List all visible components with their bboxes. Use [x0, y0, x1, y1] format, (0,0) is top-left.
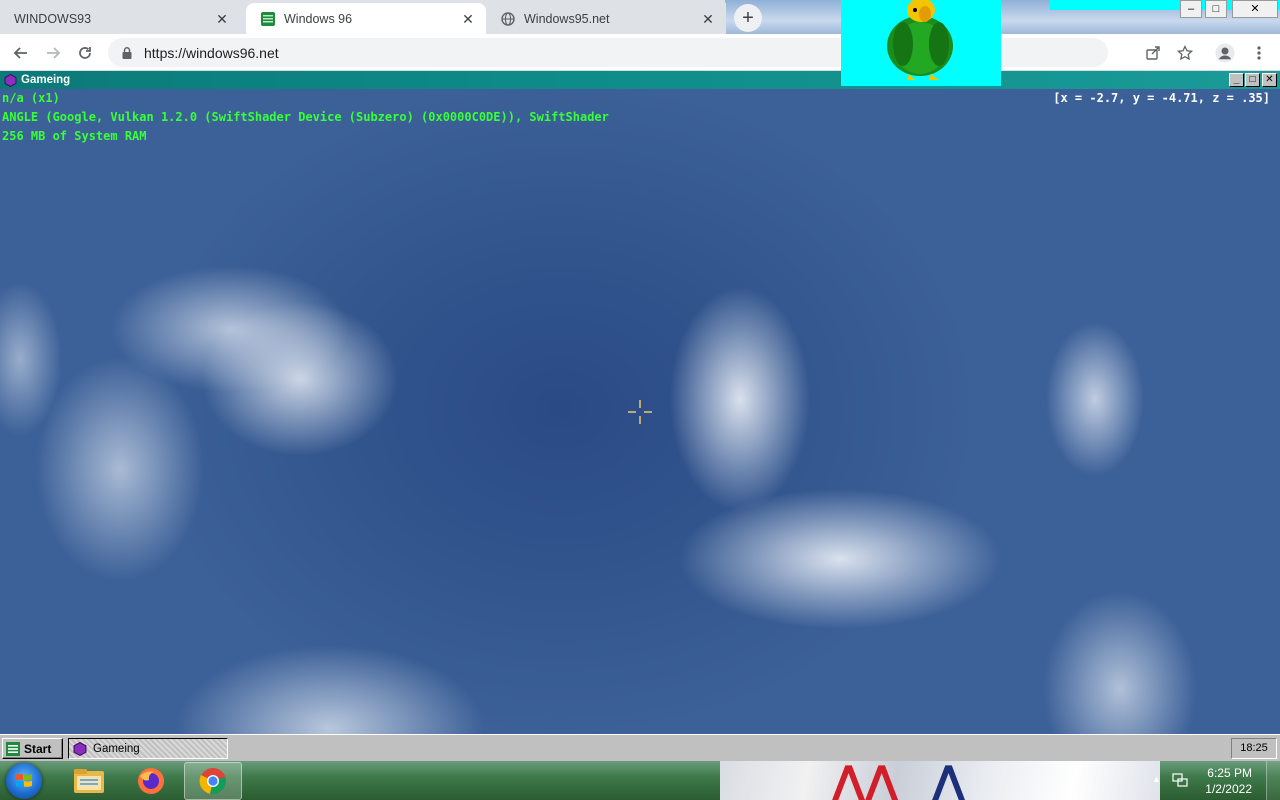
- tab-windows96[interactable]: Windows 96 ✕: [246, 3, 486, 34]
- w96-taskbar: Start Gameing 18:25: [0, 734, 1280, 761]
- profile-button[interactable]: [1212, 40, 1238, 66]
- reload-icon: [79, 47, 91, 59]
- bookmark-button[interactable]: [1172, 40, 1198, 66]
- close-icon[interactable]: ✕: [700, 11, 716, 27]
- system-tray: ▲ 6:25 PM 1/2/2022: [1140, 761, 1280, 800]
- star-icon: [1177, 45, 1193, 61]
- task-label: Gameing: [93, 742, 140, 755]
- parrot-overlay: [841, 0, 1001, 86]
- share-button[interactable]: [1140, 40, 1166, 66]
- arrow-left-icon: [13, 47, 27, 59]
- chrome-icon: [199, 768, 226, 795]
- close-icon[interactable]: ✕: [460, 11, 476, 27]
- hud-line-renderer: ANGLE (Google, Vulkan 1.2.0 (SwiftShader…: [2, 110, 609, 124]
- tray-time[interactable]: 6:25 PM: [1207, 766, 1252, 780]
- taskbar-explorer[interactable]: [60, 762, 118, 800]
- lock-icon: [122, 46, 132, 59]
- show-desktop-button[interactable]: [1266, 761, 1280, 800]
- w7-taskbar: ⋀⋀ ⋀ ▲ 6:25 PM 1/2/2022: [0, 757, 1280, 800]
- url-text: https://windows96.net: [144, 44, 279, 61]
- tab-windows95net[interactable]: Windows95.net ✕: [486, 3, 726, 34]
- wallpaper-mark-red: ⋀⋀: [830, 757, 900, 800]
- parrot-icon: [887, 0, 953, 80]
- wallpaper-fragment: ⋀⋀ ⋀: [720, 757, 1160, 800]
- tray-expand-icon[interactable]: ▲: [1152, 774, 1161, 784]
- maximize-icon[interactable]: □: [1245, 73, 1260, 87]
- game-app-icon: [73, 741, 87, 756]
- share-icon: [1146, 46, 1160, 60]
- game-viewport[interactable]: n/a (x1) ANGLE (Google, Vulkan 1.2.0 (Swi…: [0, 89, 1280, 734]
- w96-clock: 18:25: [1231, 738, 1277, 759]
- back-button[interactable]: [8, 40, 34, 66]
- game-window-titlebar[interactable]: Gameing _ □ ✕: [0, 71, 1280, 89]
- start-button[interactable]: Start: [2, 738, 63, 759]
- tab-title: WINDOWS93: [14, 11, 92, 26]
- maximize-icon[interactable]: □: [1205, 0, 1227, 18]
- start-label: Start: [24, 741, 52, 756]
- close-icon[interactable]: ✕: [214, 11, 230, 27]
- windows96-logo-icon: [6, 741, 20, 756]
- arrow-right-icon: [47, 47, 61, 59]
- tab-title: Windows 96: [284, 11, 353, 26]
- tab-title: Windows95.net: [524, 11, 610, 26]
- wallpaper-mark-blue: ⋀: [930, 757, 967, 800]
- windows96-icon: [260, 11, 276, 27]
- tray-date[interactable]: 1/2/2022: [1205, 782, 1252, 796]
- forward-button[interactable]: [40, 40, 66, 66]
- browser-toolbar: https://windows96.net: [0, 34, 1280, 71]
- screen: WINDOWS93 ✕ Windows 96 ✕ Windows95.net ✕…: [0, 0, 1280, 800]
- game-app-icon: [4, 73, 17, 87]
- tab-windows93[interactable]: WINDOWS93 ✕: [0, 3, 240, 34]
- minimize-icon[interactable]: –: [1180, 0, 1202, 18]
- windows-start-orb[interactable]: [6, 763, 42, 799]
- taskbar-item-gameing[interactable]: Gameing: [68, 738, 228, 759]
- globe-icon: [500, 11, 516, 27]
- browser-tabstrip: WINDOWS93 ✕ Windows 96 ✕ Windows95.net ✕…: [0, 0, 1280, 34]
- close-icon[interactable]: ✕: [1262, 73, 1277, 87]
- new-tab-button[interactable]: +: [734, 4, 762, 32]
- taskbar-chrome[interactable]: [184, 762, 242, 800]
- menu-button[interactable]: [1246, 40, 1272, 66]
- hud-line-memory: 256 MB of System RAM: [2, 129, 147, 143]
- explorer-icon: [74, 769, 104, 793]
- minimize-icon[interactable]: _: [1229, 73, 1244, 87]
- taskbar-firefox[interactable]: [122, 762, 180, 800]
- more-vert-icon: [1257, 46, 1261, 60]
- firefox-icon: [138, 768, 164, 794]
- hud-line-resolution: n/a (x1): [2, 91, 60, 105]
- windows-logo-icon: [16, 773, 32, 787]
- avatar-icon: [1215, 43, 1235, 63]
- network-icon[interactable]: [1172, 772, 1188, 788]
- reload-button[interactable]: [72, 40, 98, 66]
- crosshair-icon: [628, 400, 652, 424]
- close-icon[interactable]: ✕: [1232, 0, 1278, 18]
- debug-info: n/a (x1) ANGLE (Google, Vulkan 1.2.0 (Swi…: [2, 89, 609, 146]
- window-title: Gameing: [21, 74, 71, 86]
- coordinates-readout: [x = -2.7, y = -4.71, z = .35]: [1053, 91, 1270, 105]
